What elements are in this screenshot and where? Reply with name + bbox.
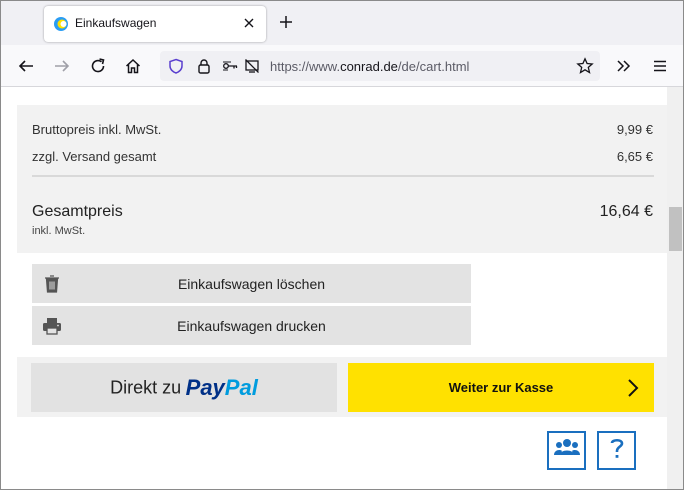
navigation-toolbar: https://www.conrad.de/de/cart.html [1,45,683,87]
price-summary: Bruttopreis inkl. MwSt. 9,99 € zzgl. Ver… [17,105,667,253]
checkout-actions: Direkt zu PayPal Weiter zur Kasse [17,357,667,417]
delete-cart-button[interactable]: Einkaufswagen löschen [32,264,471,303]
home-icon[interactable] [123,56,143,76]
url-prefix: https://www. [270,59,341,74]
summary-divider [32,175,654,177]
close-tab-icon[interactable] [241,15,257,31]
gross-price-value: 9,99 € [616,122,653,137]
tab-title: Einkaufswagen [75,16,157,30]
new-tab-icon[interactable] [277,13,295,33]
vertical-scrollbar[interactable] [667,87,683,489]
shipping-label: zzgl. Versand gesamt [32,149,157,164]
total-price-label: Gesamtpreis [32,203,123,220]
question-mark-icon [608,436,626,465]
bookmark-star-icon[interactable] [575,56,595,76]
url-text: https://www.conrad.de/de/cart.html [270,59,469,74]
users-icon [553,437,581,464]
address-bar[interactable]: https://www.conrad.de/de/cart.html [160,51,600,81]
help-button[interactable] [597,431,636,470]
total-price-note: inkl. MwSt. [32,225,86,237]
paypal-label: Direkt zu PayPal [31,375,337,401]
delete-cart-label: Einkaufswagen löschen [177,276,326,292]
continue-to-checkout-label: Weiter zur Kasse [448,380,554,395]
shield-icon[interactable] [168,58,184,74]
conrad-favicon-icon [53,16,69,32]
tab-strip: Einkaufswagen [1,1,683,45]
reload-icon[interactable] [88,56,108,76]
paypal-checkout-button[interactable]: Direkt zu PayPal [31,363,337,412]
total-price-value: 16,64 € [599,203,653,220]
gross-price-label: Bruttopreis inkl. MwSt. [32,122,162,137]
continue-to-checkout-button[interactable]: Weiter zur Kasse [348,363,654,412]
forward-arrow-icon[interactable] [52,56,72,76]
tab-einkaufswagen[interactable]: Einkaufswagen [44,6,266,42]
print-cart-button[interactable]: Einkaufswagen drucken [32,306,471,345]
chevron-right-icon [626,377,640,399]
community-button[interactable] [547,431,586,470]
url-domain: conrad.de [340,59,398,74]
paypal-logo-pay: Pay [185,375,225,400]
scrollbar-thumb[interactable] [669,207,682,251]
paypal-logo-pal: Pal [224,375,258,400]
back-arrow-icon[interactable] [16,56,36,76]
menu-hamburger-icon[interactable] [650,56,670,76]
shipping-value: 6,65 € [616,149,653,164]
print-cart-label: Einkaufswagen drucken [177,318,326,334]
permissions-icon[interactable] [222,58,238,74]
blocked-media-icon[interactable] [244,58,260,74]
overflow-chevrons-icon[interactable] [614,56,634,76]
paypal-prefix: Direkt zu [110,377,182,398]
page-content: Bruttopreis inkl. MwSt. 9,99 € zzgl. Ver… [1,87,667,489]
lock-icon[interactable] [196,58,212,74]
url-path: /de/cart.html [397,59,470,74]
browser-window: Einkaufswagen https://www.conrad.de/de/c… [0,0,684,490]
